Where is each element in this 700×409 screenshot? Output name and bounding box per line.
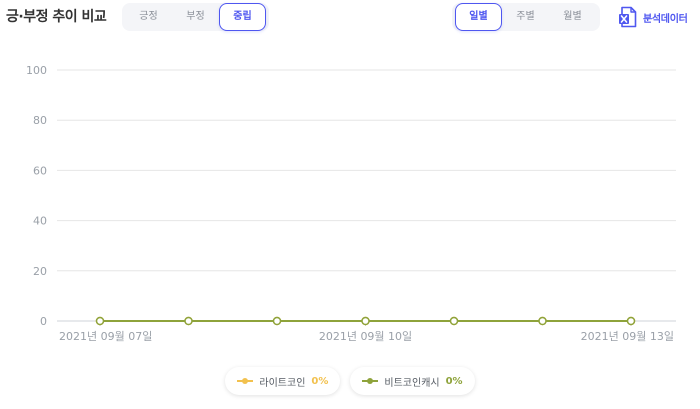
data-point[interactable]: [272, 316, 282, 326]
tab-negative[interactable]: 부정: [172, 3, 219, 31]
x-tick-label: 2021년 09월 07일: [59, 329, 152, 343]
y-tick-label: 0: [40, 315, 47, 328]
line-chart: 0 20 40 60 80 100 2021년 09월 07일 2021년 09월 10일 2…: [26, 64, 676, 343]
section-title: 긍·부정 추이 비교: [6, 9, 107, 25]
y-axis-ticks: 0 20 40 60 80 100: [26, 64, 47, 328]
sentiment-filter: 긍정 부정 중립: [122, 3, 269, 31]
y-tick-label: 100: [26, 64, 47, 77]
chart-legend: 라이트코인 0% 비트코인캐시 0%: [0, 367, 700, 395]
legend-label: 비트코인캐시: [384, 377, 440, 389]
legend-item-litecoin[interactable]: 라이트코인 0%: [225, 367, 341, 395]
tab-monthly[interactable]: 월별: [549, 3, 596, 31]
data-point[interactable]: [626, 316, 636, 326]
tab-weekly[interactable]: 주별: [502, 3, 549, 31]
data-point[interactable]: [449, 316, 459, 326]
data-point[interactable]: [538, 316, 547, 326]
tab-neutral[interactable]: 중립: [219, 3, 266, 31]
legend-value: 0%: [445, 375, 463, 387]
legend-line-marker-icon: [362, 378, 379, 384]
y-tick-label: 80: [33, 114, 47, 127]
tab-positive[interactable]: 긍정: [125, 3, 172, 31]
legend-value: 0%: [311, 375, 329, 387]
data-point[interactable]: [361, 316, 370, 326]
chart-grid: [57, 69, 676, 322]
legend-item-bitcoin-cash[interactable]: 비트코인캐시 0%: [350, 367, 475, 395]
tab-daily[interactable]: 일별: [455, 3, 502, 31]
y-tick-label: 60: [33, 164, 47, 177]
x-tick-label: 2021년 09월 10일: [319, 329, 412, 343]
export-label: 분석데이터: [643, 13, 688, 25]
chart-series: [95, 316, 636, 326]
data-point[interactable]: [95, 316, 105, 326]
data-point[interactable]: [184, 316, 193, 326]
export-data-button[interactable]: 분석데이터: [618, 5, 688, 29]
period-filter: 일별 주별 월별: [452, 3, 600, 31]
y-tick-label: 40: [33, 215, 47, 228]
y-tick-label: 20: [33, 265, 47, 278]
legend-line-marker-icon: [237, 378, 254, 384]
excel-file-icon: [619, 6, 637, 28]
x-tick-label: 2021년 09월 13일: [581, 329, 674, 343]
sentiment-trend-widget: 0 20 40 60 80 100 2021년 09월 07일 2021년 09월 10일 2…: [0, 0, 700, 409]
legend-label: 라이트코인: [259, 377, 306, 389]
